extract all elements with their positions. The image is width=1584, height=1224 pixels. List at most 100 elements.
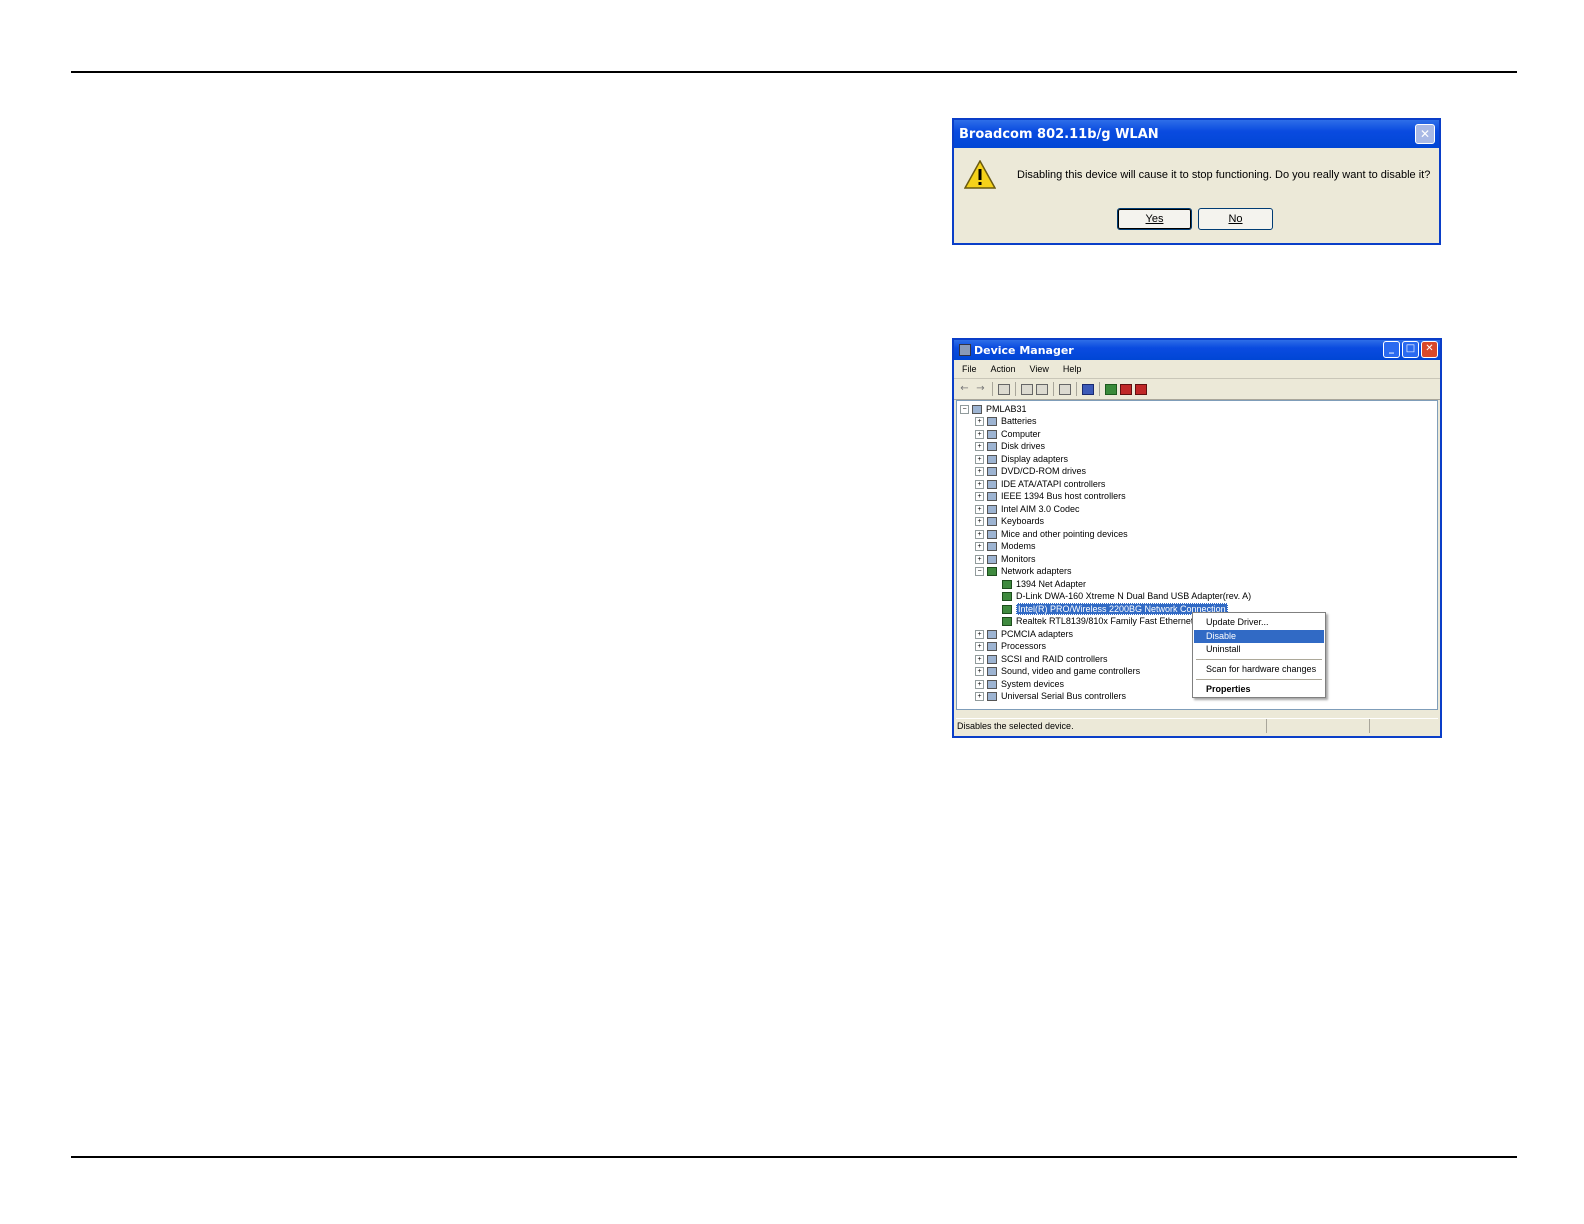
properties-menu-item[interactable]: Properties: [1194, 683, 1324, 696]
expand-icon[interactable]: +: [975, 654, 984, 664]
tree-category[interactable]: + IEEE 1394 Bus host controllers: [975, 490, 1126, 502]
tree-category[interactable]: + Sound, video and game controllers: [975, 665, 1140, 677]
disable-icon[interactable]: [1135, 383, 1147, 395]
expand-icon[interactable]: +: [975, 629, 984, 639]
tree-category[interactable]: + Processors: [975, 640, 1046, 652]
tree-category-label: DVD/CD-ROM drives: [1001, 466, 1087, 476]
toolbar-separator: [992, 382, 993, 396]
expand-icon[interactable]: +: [975, 466, 984, 476]
tree-category-label: Mice and other pointing devices: [1001, 529, 1128, 539]
tree-category[interactable]: + Mice and other pointing devices: [975, 528, 1128, 540]
menu-separator: [1196, 659, 1322, 660]
usb-icon: [987, 691, 997, 701]
tree-category-label: Monitors: [1001, 554, 1036, 564]
scan-icon[interactable]: [1082, 383, 1094, 395]
monitor-icon: [987, 554, 997, 564]
expand-icon[interactable]: +: [975, 541, 984, 551]
expand-icon[interactable]: +: [975, 529, 984, 539]
network-adapter-icon: [1002, 591, 1012, 601]
tree-category[interactable]: + Monitors: [975, 553, 1036, 565]
maximize-icon[interactable]: □: [1402, 341, 1419, 358]
tree-root-label: PMLAB31: [986, 404, 1027, 414]
tree-category-label: Network adapters: [1001, 566, 1072, 576]
menu-file[interactable]: File: [962, 364, 977, 374]
collapse-icon[interactable]: −: [960, 404, 969, 414]
tree-category[interactable]: + Display adapters: [975, 453, 1068, 465]
battery-icon: [987, 416, 997, 426]
tree-category[interactable]: + IDE ATA/ATAPI controllers: [975, 478, 1105, 490]
tree-category[interactable]: + DVD/CD-ROM drives: [975, 465, 1086, 477]
toolbar: ← →: [954, 379, 1440, 400]
network-adapter-item[interactable]: D-Link DWA-160 Xtreme N Dual Band USB Ad…: [1002, 590, 1251, 602]
computer-icon: [987, 429, 997, 439]
expand-icon[interactable]: +: [975, 454, 984, 464]
tree-category[interactable]: + Modems: [975, 540, 1036, 552]
menu-action[interactable]: Action: [991, 364, 1016, 374]
back-icon[interactable]: ←: [958, 383, 971, 395]
bottom-rule: [71, 1156, 1517, 1158]
expand-icon[interactable]: +: [975, 504, 984, 514]
network-adapter-icon: [1002, 616, 1012, 626]
expand-icon[interactable]: +: [975, 641, 984, 651]
keyboard-icon: [987, 516, 997, 526]
expand-icon[interactable]: +: [975, 441, 984, 451]
disable-menu-item[interactable]: Disable: [1194, 630, 1324, 643]
no-button[interactable]: No: [1198, 208, 1273, 230]
tree-category[interactable]: + Computer: [975, 428, 1041, 440]
close-icon[interactable]: ✕: [1421, 341, 1438, 358]
help-icon[interactable]: [1059, 383, 1071, 395]
status-bar: Disables the selected device.: [956, 718, 1438, 734]
tree-category[interactable]: + Universal Serial Bus controllers: [975, 690, 1126, 702]
uninstall-menu-item[interactable]: Uninstall: [1194, 643, 1324, 656]
update-driver-icon[interactable]: [1105, 383, 1117, 395]
expand-icon[interactable]: +: [975, 479, 984, 489]
mouse-icon: [987, 529, 997, 539]
tree-category[interactable]: + Intel AIM 3.0 Codec: [975, 503, 1080, 515]
dialog-message: Disabling this device will cause it to s…: [1017, 169, 1431, 181]
tree-category[interactable]: + Keyboards: [975, 515, 1044, 527]
status-cell: [1370, 719, 1438, 733]
tree-category[interactable]: + PCMCIA adapters: [975, 628, 1073, 640]
close-icon[interactable]: ✕: [1415, 124, 1435, 144]
menu-help[interactable]: Help: [1063, 364, 1082, 374]
print-icon[interactable]: [1036, 383, 1048, 395]
uninstall-icon[interactable]: [1120, 383, 1132, 395]
status-cell: [1267, 719, 1370, 733]
scan-hardware-menu-item[interactable]: Scan for hardware changes: [1194, 663, 1324, 676]
expand-icon[interactable]: +: [975, 666, 984, 676]
tree-category-label: Universal Serial Bus controllers: [1001, 691, 1127, 701]
forward-icon[interactable]: →: [974, 383, 987, 395]
expand-icon[interactable]: +: [975, 679, 984, 689]
top-rule: [71, 71, 1517, 73]
expand-icon[interactable]: +: [975, 416, 984, 426]
update-driver-menu-item[interactable]: Update Driver...: [1194, 616, 1324, 629]
properties-icon[interactable]: [1021, 383, 1033, 395]
tree-category[interactable]: + System devices: [975, 678, 1064, 690]
tree-category-label: PCMCIA adapters: [1001, 629, 1074, 639]
tree-category[interactable]: + Disk drives: [975, 440, 1045, 452]
menu-view[interactable]: View: [1030, 364, 1049, 374]
network-adapter-item[interactable]: Realtek RTL8139/810x Family Fast Etherne…: [1002, 615, 1211, 627]
codec-icon: [987, 504, 997, 514]
computer-icon[interactable]: [998, 383, 1010, 395]
collapse-icon[interactable]: −: [975, 566, 984, 576]
expand-icon[interactable]: +: [975, 516, 984, 526]
expand-icon[interactable]: +: [975, 491, 984, 501]
tree-category-label: Disk drives: [1001, 441, 1046, 451]
toolbar-separator: [1076, 382, 1077, 396]
network-adapter-item[interactable]: 1394 Net Adapter: [1002, 578, 1086, 590]
expand-icon[interactable]: +: [975, 691, 984, 701]
warning-icon: [964, 160, 996, 189]
tree-category-network[interactable]: − Network adapters: [975, 565, 1072, 577]
tree-category[interactable]: + SCSI and RAID controllers: [975, 653, 1108, 665]
minimize-icon[interactable]: _: [1383, 341, 1400, 358]
device-manager-titlebar: Device Manager _ □ ✕: [954, 340, 1440, 360]
status-text: Disables the selected device.: [957, 719, 1267, 733]
yes-button[interactable]: Yes: [1117, 208, 1192, 230]
expand-icon[interactable]: +: [975, 429, 984, 439]
tree-category-label: IDE ATA/ATAPI controllers: [1001, 479, 1106, 489]
tree-category[interactable]: + Batteries: [975, 415, 1037, 427]
tree-root[interactable]: − PMLAB31: [960, 403, 1027, 415]
expand-icon[interactable]: +: [975, 554, 984, 564]
computer-icon: [972, 404, 982, 414]
